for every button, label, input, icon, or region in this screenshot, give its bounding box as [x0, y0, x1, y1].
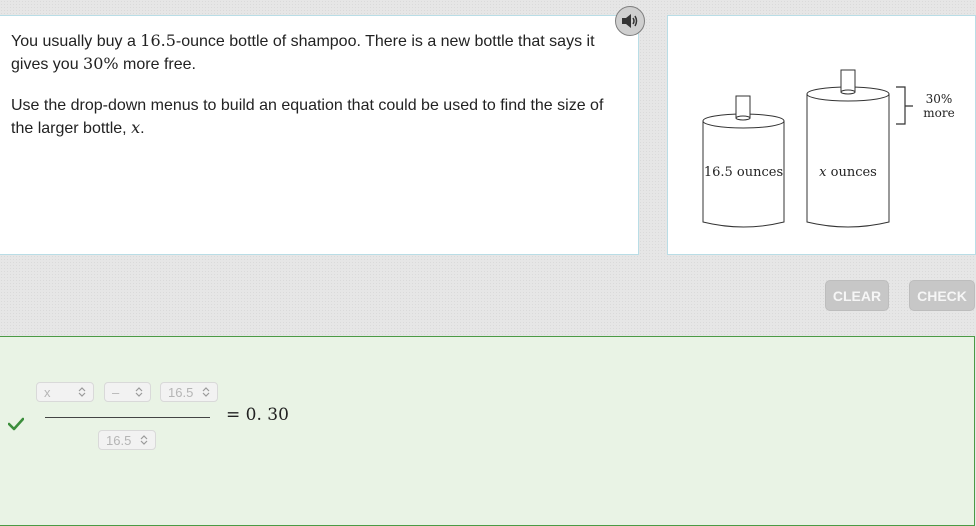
chevron-updown-icon — [202, 387, 210, 397]
audio-button[interactable] — [615, 6, 645, 36]
dropdown-denominator-value[interactable]: 16.5 — [98, 430, 156, 450]
chevron-updown-icon — [135, 387, 143, 397]
dropdown-value: – — [112, 384, 120, 400]
clear-button[interactable]: CLEAR — [825, 280, 889, 311]
question-text-part: Use the drop-down menus to build an equa… — [11, 97, 604, 137]
dropdown-numerator-value[interactable]: 16.5 — [160, 382, 218, 402]
small-bottle-label: 16.5 ounces — [704, 165, 783, 180]
chevron-updown-icon — [78, 387, 86, 397]
figure-panel: 16.5 ounces x ounces 30% more — [667, 15, 976, 255]
math-variable-x: x — [131, 118, 141, 137]
chevron-updown-icon — [140, 435, 148, 445]
dropdown-value: x — [44, 384, 51, 400]
bracket-30-percent — [896, 86, 913, 125]
bottles-figure: 16.5 ounces x ounces 30% more — [702, 69, 955, 228]
question-text-part: more free. — [118, 56, 196, 73]
small-bottle — [702, 95, 785, 228]
question-text-part: . — [140, 120, 145, 137]
question-panel: You usually buy a 16.5-ounce bottle of s… — [0, 15, 639, 255]
bracket-label-30-percent: 30% — [926, 92, 953, 106]
question-text-2: Use the drop-down menus to build an equa… — [11, 95, 621, 140]
question-text-part: You usually buy a — [11, 33, 141, 50]
speaker-icon — [622, 14, 638, 28]
check-button[interactable]: CHECK — [909, 280, 975, 311]
dropdown-numerator-variable[interactable]: x — [36, 382, 94, 402]
dropdown-value: 16.5 — [106, 432, 132, 448]
dropdown-numerator-operator[interactable]: – — [104, 382, 151, 402]
fraction-bar — [45, 417, 210, 418]
math-value-16-5: 16.5 — [140, 31, 176, 50]
bracket-label-more: more — [923, 106, 954, 120]
equation-rhs: = 0. 30 — [226, 405, 289, 425]
large-bottle — [806, 69, 890, 228]
question-text-1: You usually buy a 16.5-ounce bottle of s… — [11, 30, 621, 76]
large-bottle-unit: ounces — [826, 165, 876, 180]
math-value-30-percent: 30% — [83, 54, 119, 73]
check-mark-icon — [8, 417, 24, 431]
large-bottle-label: x ounces — [819, 165, 877, 180]
dropdown-value: 16.5 — [168, 384, 194, 400]
